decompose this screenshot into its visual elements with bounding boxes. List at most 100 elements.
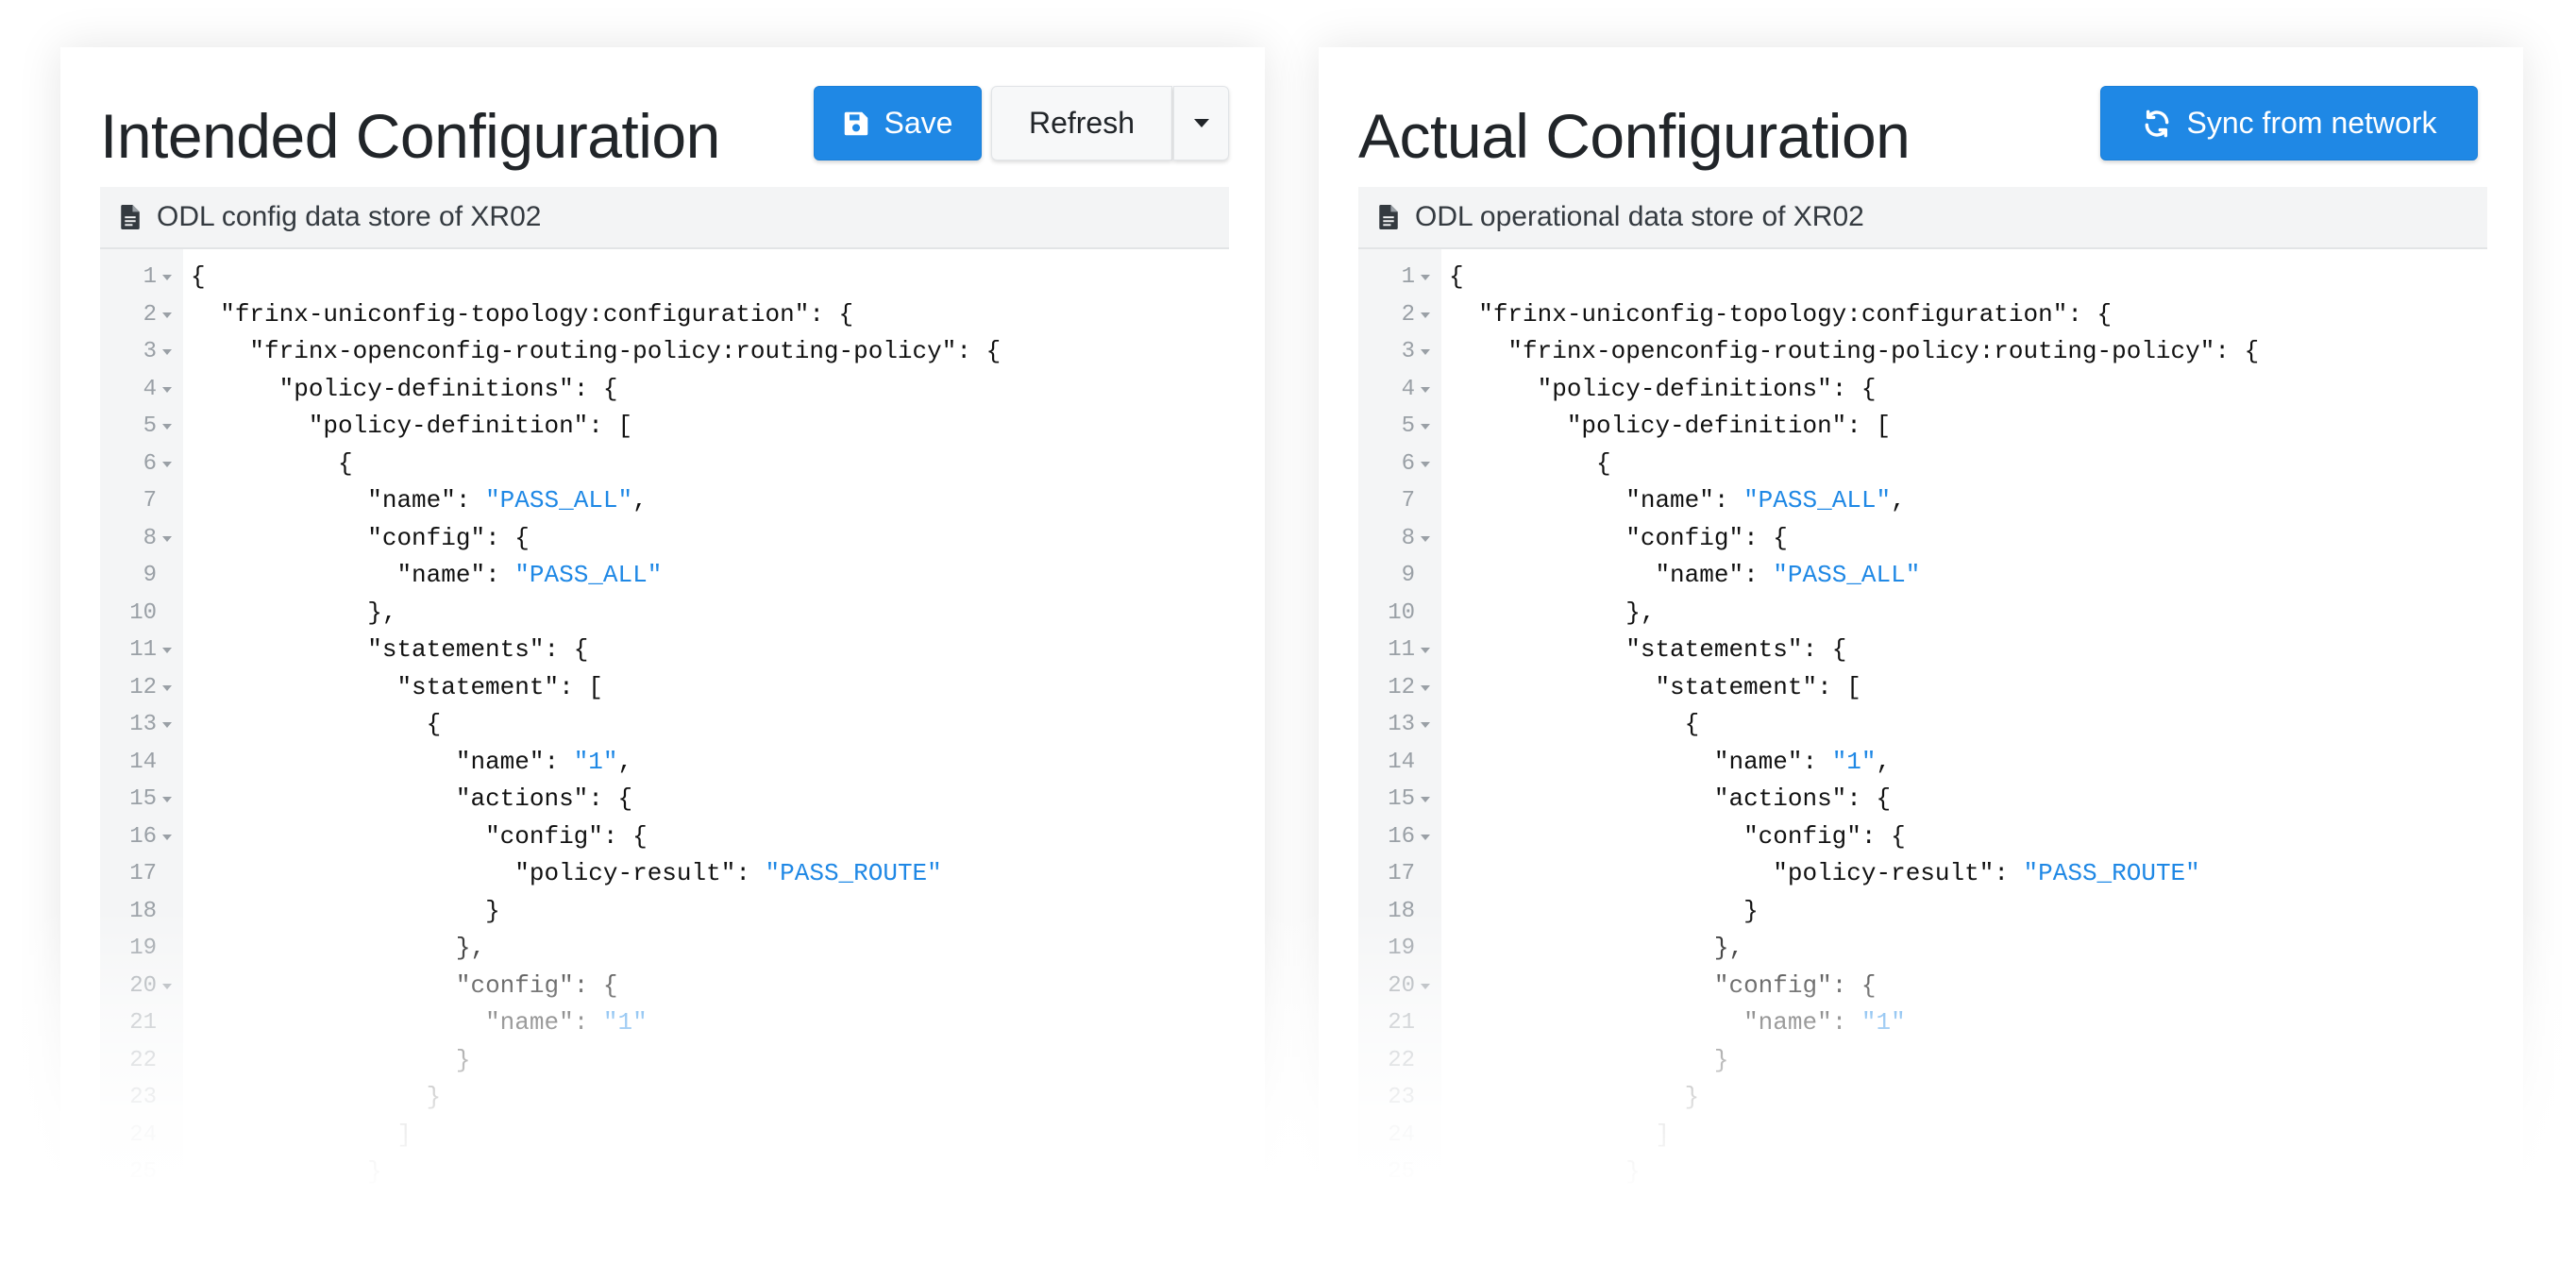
fold-toggle-icon[interactable] [1421, 386, 1430, 393]
code-line: 24 ] [1358, 1117, 2487, 1155]
fold-toggle-icon[interactable] [162, 535, 172, 542]
json-key: "config" [367, 523, 486, 552]
code-text: } [1449, 1154, 1641, 1191]
fold-toggle-icon[interactable] [162, 424, 172, 430]
fold-toggle-icon[interactable] [1421, 834, 1430, 840]
json-key: "policy-definition" [1566, 412, 1847, 440]
code-line: 2 "frinx-uniconfig-topology:configuratio… [1358, 296, 2487, 334]
json-punctuation: } [455, 1045, 471, 1074]
code-line: 2 "frinx-uniconfig-topology:configuratio… [100, 296, 1229, 334]
code-text: } [191, 1042, 471, 1080]
line-number: 21 [1388, 1010, 1415, 1036]
line-number: 16 [1388, 823, 1415, 850]
fold-toggle-icon[interactable] [1421, 312, 1430, 318]
json-key: "config" [455, 970, 574, 1000]
line-number: 2 [143, 301, 157, 328]
fold-toggle-icon[interactable] [1421, 722, 1430, 728]
json-string-value: "PASS_ALL" [485, 486, 633, 514]
json-key: "name" [396, 561, 486, 589]
json-key: "name" [1625, 486, 1714, 514]
code-line: 11 "statements": { [100, 632, 1229, 669]
json-key: "policy-definitions" [1537, 374, 1832, 403]
refresh-options-dropdown-button[interactable] [1173, 86, 1229, 160]
code-text: "statement": [ [1655, 672, 1861, 701]
line-number: 12 [1388, 674, 1415, 700]
actual-configuration-panel: Actual Configuration Sync from network O… [1319, 47, 2523, 1265]
fold-toggle-icon[interactable] [162, 983, 172, 989]
fold-toggle-icon[interactable] [1421, 684, 1430, 691]
intended-config-editor[interactable]: 1{2 "frinx-uniconfig-topology:configurat… [100, 249, 1229, 1265]
fold-toggle-icon[interactable] [162, 648, 172, 653]
code-text: "config": { [485, 821, 648, 851]
line-number: 22 [1388, 1047, 1415, 1073]
fold-toggle-icon[interactable] [162, 722, 172, 728]
fold-toggle-icon[interactable] [1421, 461, 1430, 467]
fold-toggle-icon[interactable] [1421, 275, 1430, 280]
fold-toggle-icon[interactable] [1421, 797, 1430, 802]
fold-toggle-icon[interactable] [1421, 648, 1430, 653]
code-text: } [191, 1191, 353, 1229]
json-punctuation: }, [367, 598, 397, 627]
fold-toggle-icon[interactable] [1421, 424, 1430, 430]
code-line: 5 "policy-definition": [ [100, 408, 1229, 446]
fold-toggle-icon[interactable] [162, 386, 172, 393]
code-line: 21 "name": "1" [100, 1004, 1229, 1042]
code-line: 4 "policy-definitions": { [1358, 371, 2487, 409]
code-text: "actions": { [1713, 784, 1892, 813]
fold-toggle-icon[interactable] [162, 834, 172, 840]
code-line: 16 "config": { [100, 818, 1229, 856]
code-lines: 1{2 "frinx-uniconfig-topology:configurat… [1358, 249, 2487, 1228]
sync-from-network-button[interactable]: Sync from network [2100, 86, 2478, 160]
refresh-button[interactable]: Refresh [991, 86, 1172, 160]
line-number: 7 [1401, 488, 1415, 514]
code-text: "frinx-uniconfig-topology:configuration"… [220, 299, 854, 329]
fold-toggle-icon[interactable] [1421, 535, 1430, 542]
code-text: "actions": { [455, 784, 633, 813]
code-text: } [1449, 893, 1759, 931]
json-punctuation: , [1876, 747, 1892, 776]
code-line: 5 "policy-definition": [ [1358, 408, 2487, 446]
fold-toggle-icon[interactable] [162, 275, 172, 280]
code-text: "policy-definitions": { [1537, 374, 1877, 403]
line-number: 14 [1388, 749, 1415, 775]
save-button[interactable]: Save [814, 86, 982, 160]
code-line: 21 "name": "1" [1358, 1004, 2487, 1042]
file-icon [121, 205, 140, 229]
code-text: "statements": { [1625, 635, 1847, 664]
json-key: "config" [1625, 523, 1744, 552]
actual-config-editor[interactable]: 1{2 "frinx-uniconfig-topology:configurat… [1358, 249, 2487, 1265]
json-punctuation: [ [1876, 412, 1892, 440]
code-line: 26 } [1358, 1191, 2487, 1229]
code-text: } [191, 1154, 382, 1191]
fold-toggle-icon[interactable] [162, 684, 172, 691]
line-number: 19 [1388, 936, 1415, 961]
json-string-value: "PASS_ALL" [1773, 561, 1921, 589]
fold-toggle-icon[interactable] [162, 797, 172, 802]
code-line: 6 { [100, 446, 1229, 483]
json-key: "name" [367, 486, 456, 514]
code-line: 23 } [100, 1079, 1229, 1117]
code-line: 20 "config": { [100, 968, 1229, 1005]
code-line: 3 "frinx-openconfig-routing-policy:routi… [100, 333, 1229, 371]
fold-toggle-icon[interactable] [162, 312, 172, 318]
line-number: 4 [1401, 376, 1415, 402]
code-text: } [1449, 1042, 1729, 1080]
line-number: 20 [1388, 972, 1415, 999]
json-punctuation: } [1713, 1045, 1729, 1074]
fold-toggle-icon[interactable] [162, 349, 172, 355]
fold-toggle-icon[interactable] [1421, 349, 1430, 355]
code-line: 25 } [100, 1154, 1229, 1191]
line-number: 6 [143, 450, 157, 477]
code-text: ] [1449, 1117, 1670, 1155]
code-line: 24 ] [100, 1117, 1229, 1155]
code-line: 3 "frinx-openconfig-routing-policy:routi… [1358, 333, 2487, 371]
sync-icon [2142, 109, 2172, 139]
fold-toggle-icon[interactable] [1421, 983, 1430, 989]
code-text: }, [191, 930, 485, 968]
json-string-value: "1" [1831, 747, 1877, 776]
code-text: "name": "PASS_ALL", [1625, 486, 1906, 514]
fold-toggle-icon[interactable] [162, 461, 172, 467]
code-text: "name": "1", [1713, 747, 1892, 776]
json-key: "name" [1743, 1008, 1832, 1037]
actual-panel-title: Actual Configuration [1358, 101, 1911, 171]
